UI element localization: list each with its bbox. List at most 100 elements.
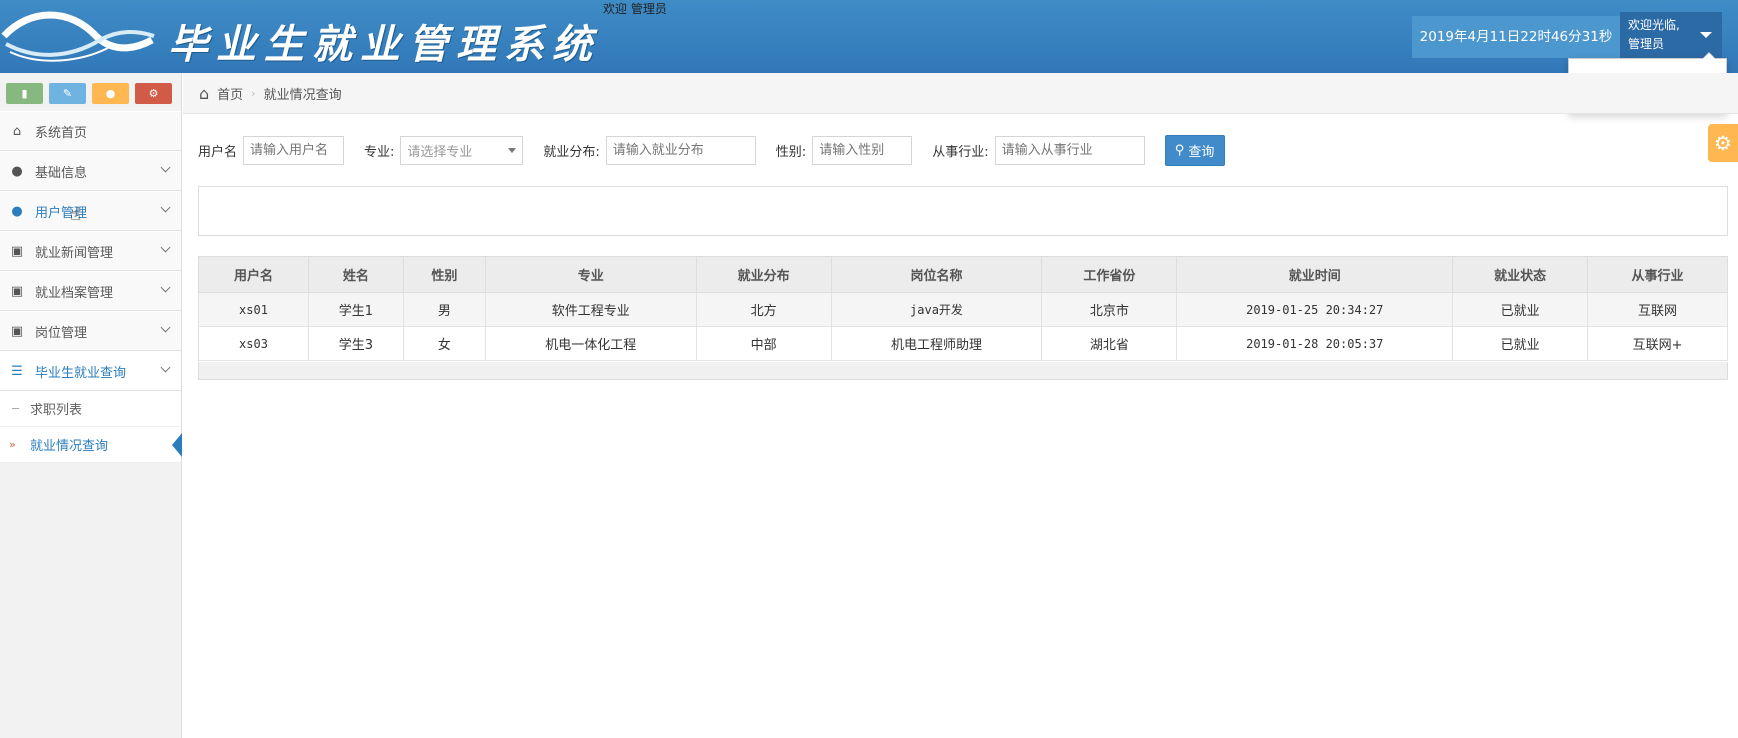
user-icon: ● (11, 203, 23, 219)
sidebar-item-position-management[interactable]: ▣ 岗位管理 (0, 311, 181, 351)
major-label: 专业: (364, 144, 395, 160)
column-header[interactable]: 用户名 (198, 256, 309, 293)
employment-table: 用户名 姓名 性别 专业 就业分布 岗位名称 工作省份 就业时间 就业状态 从事… (198, 256, 1728, 361)
column-header[interactable]: 工作省份 (1041, 256, 1178, 293)
chevron-down-icon (160, 282, 171, 293)
gender-label: 性别: (775, 144, 807, 160)
caret-down-icon (508, 147, 517, 153)
wave-logo-icon (1, 11, 155, 62)
column-header[interactable]: 性别 (402, 256, 486, 293)
table-cell: 机电工程师助理 (830, 326, 1043, 361)
signal-shortcut-button[interactable]: ▮ (6, 83, 43, 104)
sidebar-item-label: 基础信息 (35, 165, 88, 181)
sidebar-item-user-management[interactable]: ● 用户管理 (0, 191, 181, 231)
column-header[interactable]: 就业分布 (695, 256, 832, 293)
table-cell: 北方 (695, 292, 832, 327)
table-cell: xs01 (198, 292, 309, 327)
column-header[interactable]: 从事行业 (1587, 256, 1728, 293)
table-cell: 2019-01-28 20:05:37 (1176, 326, 1454, 361)
sidebar-item-label: 就业档案管理 (35, 285, 114, 301)
caret-down-icon (1700, 32, 1712, 38)
chevron-down-icon (160, 242, 171, 253)
username-label: 用户名 (198, 144, 238, 160)
username-input[interactable] (243, 135, 345, 165)
empty-panel (198, 186, 1728, 236)
sidebar-item-label: 毕业生就业查询 (35, 365, 127, 381)
table-cell: 软件工程专业 (484, 292, 697, 327)
table-cell: 已就业 (1452, 326, 1589, 361)
top-header: 毕业生就业管理系统 欢迎 管理员 2019年4月11日22时46分31秒 欢迎光… (0, 0, 1738, 73)
hand-cursor-icon: ☝ (70, 204, 81, 225)
sidebar-subitem-employment-query[interactable]: » 就业情况查询 (0, 427, 182, 463)
table-cell: 2019-01-25 20:34:27 (1176, 292, 1454, 327)
table-cell: xs03 (198, 326, 309, 361)
picture-icon: ▣ (10, 283, 24, 299)
table-row[interactable]: xs01 学生1 男 软件工程专业 北方 java开发 北京市 2019-01-… (198, 292, 1728, 327)
sidebar-item-home[interactable]: ⌂ 系统首页 (0, 111, 181, 151)
table-cell: 男 (402, 292, 486, 327)
group-icon: ● (105, 87, 116, 100)
sidebar-item-graduate-query[interactable]: ☰ 毕业生就业查询 (0, 351, 181, 391)
tree-dash (12, 408, 19, 409)
sidebar-item-label: 系统首页 (35, 125, 88, 141)
major-select-placeholder: 请选择专业 (407, 144, 473, 160)
sidebar-subitem-label: 就业情况查询 (30, 439, 109, 454)
sidebar: ▮ ✎ ● ⚙ ⌂ 系统首页 ● 基础信息 ● 用户管理 ▣ 就业新闻管理 ▣ … (0, 73, 182, 738)
table-cell: 中部 (695, 326, 832, 361)
table-footer (198, 362, 1728, 380)
edit-shortcut-button[interactable]: ✎ (49, 83, 86, 104)
table-cell: 学生1 (307, 292, 404, 327)
search-button[interactable]: ⚲ 查询 (1164, 134, 1225, 166)
sidebar-shortcuts: ▮ ✎ ● ⚙ (0, 73, 181, 111)
major-select[interactable]: 请选择专业 (400, 135, 524, 165)
chevron-down-icon (160, 362, 171, 373)
search-filter-bar: 用户名 专业: 请选择专业 就业分布: 性别: 从事行业: ⚲ 查询 (198, 134, 1225, 166)
table-cell: 湖北省 (1041, 326, 1178, 361)
sidebar-item-basic-info[interactable]: ● 基础信息 (0, 151, 181, 191)
sidebar-item-label: 岗位管理 (35, 325, 88, 341)
active-indicator (172, 433, 182, 457)
settings-shortcut-button[interactable]: ⚙ (135, 83, 172, 104)
column-header[interactable]: 就业状态 (1452, 256, 1589, 293)
table-header-row: 用户名 姓名 性别 专业 就业分布 岗位名称 工作省份 就业时间 就业状态 从事… (198, 256, 1728, 293)
welcome-text: 欢迎 管理员 (603, 2, 667, 16)
gear-icon: ⚙ (1714, 131, 1732, 155)
users-shortcut-button[interactable]: ● (92, 83, 129, 104)
settings-gear-button[interactable]: ⚙ (1708, 124, 1738, 162)
search-icon: ⚲ (1174, 142, 1185, 158)
home-icon: ⌂ (12, 123, 22, 139)
region-input[interactable] (605, 135, 756, 165)
table-cell: 互联网+ (1587, 326, 1728, 361)
table-cell: 北京市 (1041, 292, 1178, 327)
search-button-label: 查询 (1188, 144, 1215, 160)
column-header[interactable]: 姓名 (307, 256, 404, 293)
sidebar-item-archive-management[interactable]: ▣ 就业档案管理 (0, 271, 181, 311)
table-row[interactable]: xs03 学生3 女 机电一体化工程 中部 机电工程师助理 湖北省 2019-0… (198, 326, 1728, 361)
column-header[interactable]: 专业 (484, 256, 697, 293)
sidebar-item-label: 就业新闻管理 (35, 245, 114, 261)
table-cell: 学生3 (307, 326, 404, 361)
cogs-icon: ⚙ (148, 87, 159, 100)
system-title: 毕业生就业管理系统 (168, 21, 600, 68)
breadcrumb: ⌂ 首页 › 就业情况查询 (183, 73, 1738, 114)
table-cell: 互联网 (1587, 292, 1728, 327)
chevron-down-icon (160, 162, 171, 173)
chevron-down-icon (160, 202, 171, 213)
sidebar-item-news-management[interactable]: ▣ 就业新闻管理 (0, 231, 181, 271)
sidebar-subitem-job-list[interactable]: 求职列表 (0, 391, 181, 427)
picture-icon: ▣ (10, 323, 24, 339)
home-icon: ⌂ (199, 83, 210, 103)
double-angle-right-icon: » (9, 438, 16, 451)
column-header[interactable]: 岗位名称 (830, 256, 1043, 293)
industry-input[interactable] (994, 135, 1145, 165)
breadcrumb-home-link[interactable]: 首页 (217, 84, 243, 103)
table-cell: java开发 (830, 292, 1043, 327)
gender-input[interactable] (812, 135, 913, 165)
system-logo: 毕业生就业管理系统 (0, 0, 600, 73)
column-header[interactable]: 就业时间 (1176, 256, 1454, 293)
industry-label: 从事行业: (932, 144, 989, 160)
region-label: 就业分布: (543, 144, 600, 160)
chevron-down-icon (160, 322, 171, 333)
table-cell: 机电一体化工程 (484, 326, 697, 361)
picture-icon: ▣ (10, 243, 24, 259)
